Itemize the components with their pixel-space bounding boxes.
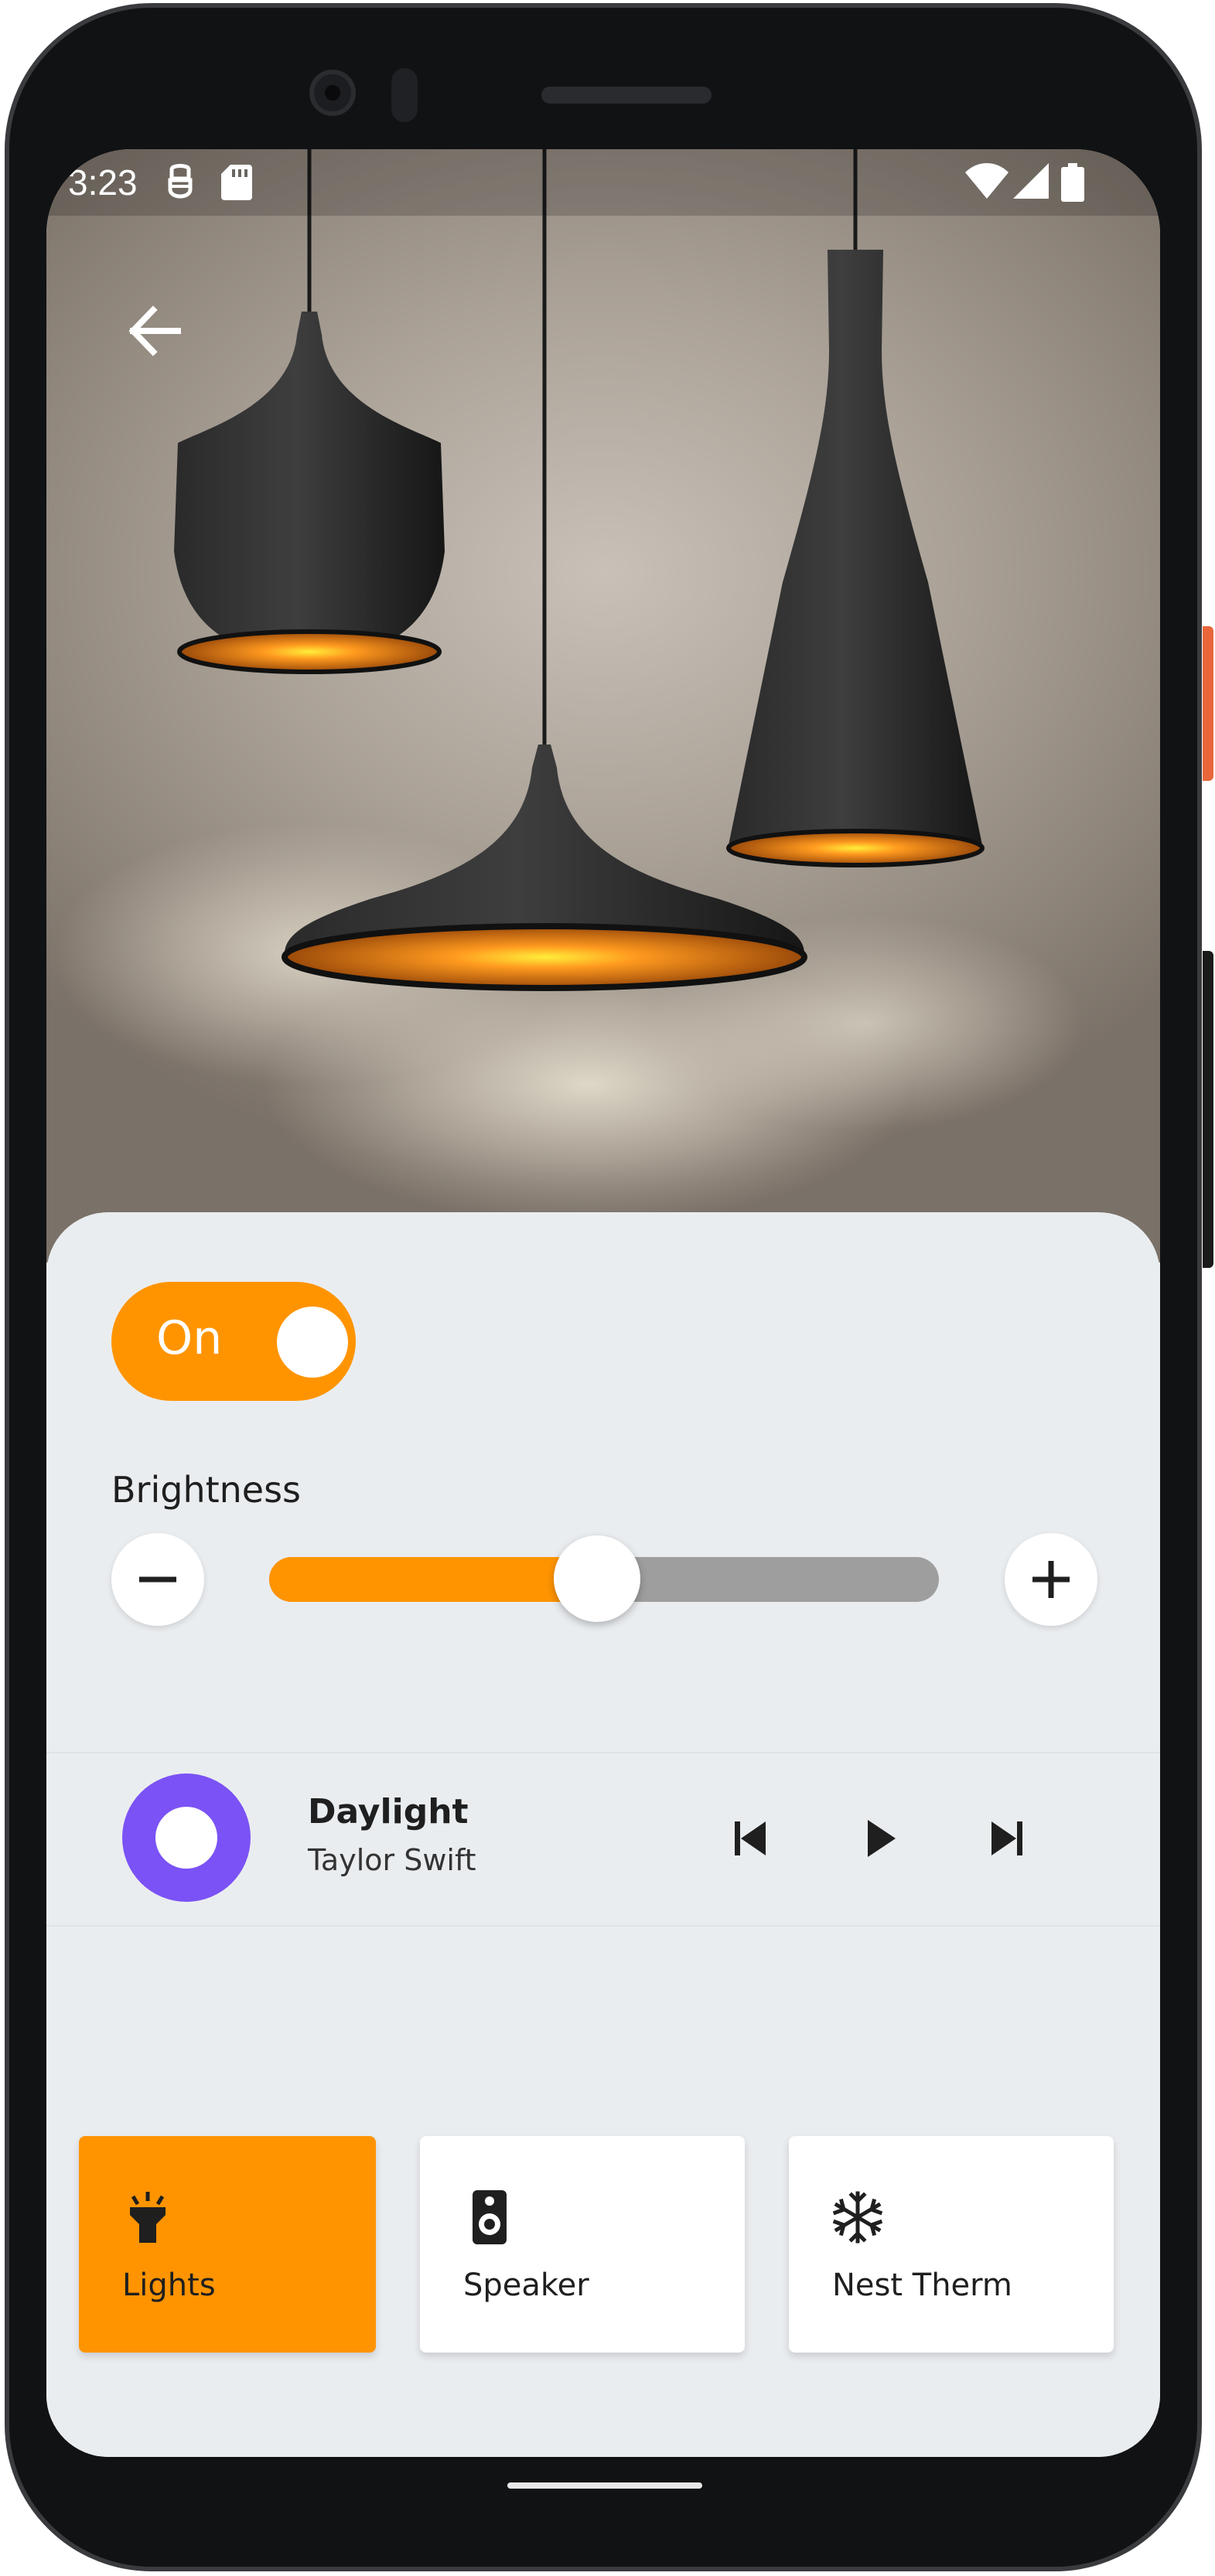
front-camera bbox=[309, 70, 356, 116]
power-button bbox=[1203, 626, 1213, 781]
device-card-nest-therm[interactable]: Nest Therm bbox=[789, 2136, 1114, 2353]
album-art bbox=[122, 1774, 251, 1902]
skip-next-icon[interactable] bbox=[984, 1815, 1030, 1862]
power-toggle[interactable]: On bbox=[111, 1282, 356, 1401]
signal-icon bbox=[1013, 163, 1049, 199]
brightness-slider-thumb[interactable] bbox=[554, 1535, 641, 1622]
control-sheet: On Brightness Daylight Taylor Swift Ligh… bbox=[46, 1212, 1160, 2457]
status-bar: 3:23 bbox=[46, 149, 1160, 216]
battery-icon bbox=[1061, 163, 1084, 202]
hero-image bbox=[46, 149, 1160, 1262]
brightness-decrease-button[interactable] bbox=[111, 1533, 204, 1626]
device-card-label: Nest Therm bbox=[832, 2268, 1012, 2303]
plus-icon bbox=[1032, 1561, 1070, 1598]
snowflake-icon bbox=[832, 2191, 883, 2244]
arrow-back-icon[interactable] bbox=[116, 288, 201, 373]
earpiece-speaker bbox=[541, 87, 712, 104]
proximity-sensor bbox=[391, 68, 418, 122]
song-artist: Taylor Swift bbox=[308, 1843, 476, 1877]
song-title: Daylight bbox=[308, 1792, 469, 1831]
device-card-label: Lights bbox=[122, 2268, 216, 2303]
brightness-slider-fill bbox=[269, 1557, 598, 1602]
pendant-lamps-illustration bbox=[54, 149, 1083, 1224]
flashlight-icon bbox=[130, 2192, 166, 2243]
volume-button bbox=[1203, 951, 1213, 1268]
speaker-icon bbox=[473, 2190, 507, 2244]
device-card-lights[interactable]: Lights bbox=[79, 2136, 376, 2353]
power-toggle-knob bbox=[277, 1307, 348, 1378]
sd-card-icon bbox=[221, 165, 252, 200]
music-player[interactable]: Daylight Taylor Swift bbox=[46, 1753, 1160, 1925]
screen: 3:23 On Brightness Daylight Taylor Swift… bbox=[46, 149, 1160, 2457]
play-icon[interactable] bbox=[857, 1815, 903, 1862]
brightness-increase-button[interactable] bbox=[1005, 1533, 1097, 1626]
device-card-speaker[interactable]: Speaker bbox=[420, 2136, 745, 2353]
skip-previous-icon[interactable] bbox=[727, 1815, 773, 1862]
debug-icon bbox=[168, 164, 193, 199]
home-indicator[interactable] bbox=[507, 2482, 702, 2489]
minus-icon bbox=[139, 1576, 176, 1583]
divider bbox=[46, 1925, 1160, 1927]
brightness-label: Brightness bbox=[111, 1469, 302, 1511]
status-time: 3:23 bbox=[68, 162, 138, 203]
wifi-icon bbox=[965, 163, 1009, 199]
device-card-label: Speaker bbox=[463, 2268, 589, 2303]
power-toggle-label: On bbox=[156, 1311, 223, 1365]
